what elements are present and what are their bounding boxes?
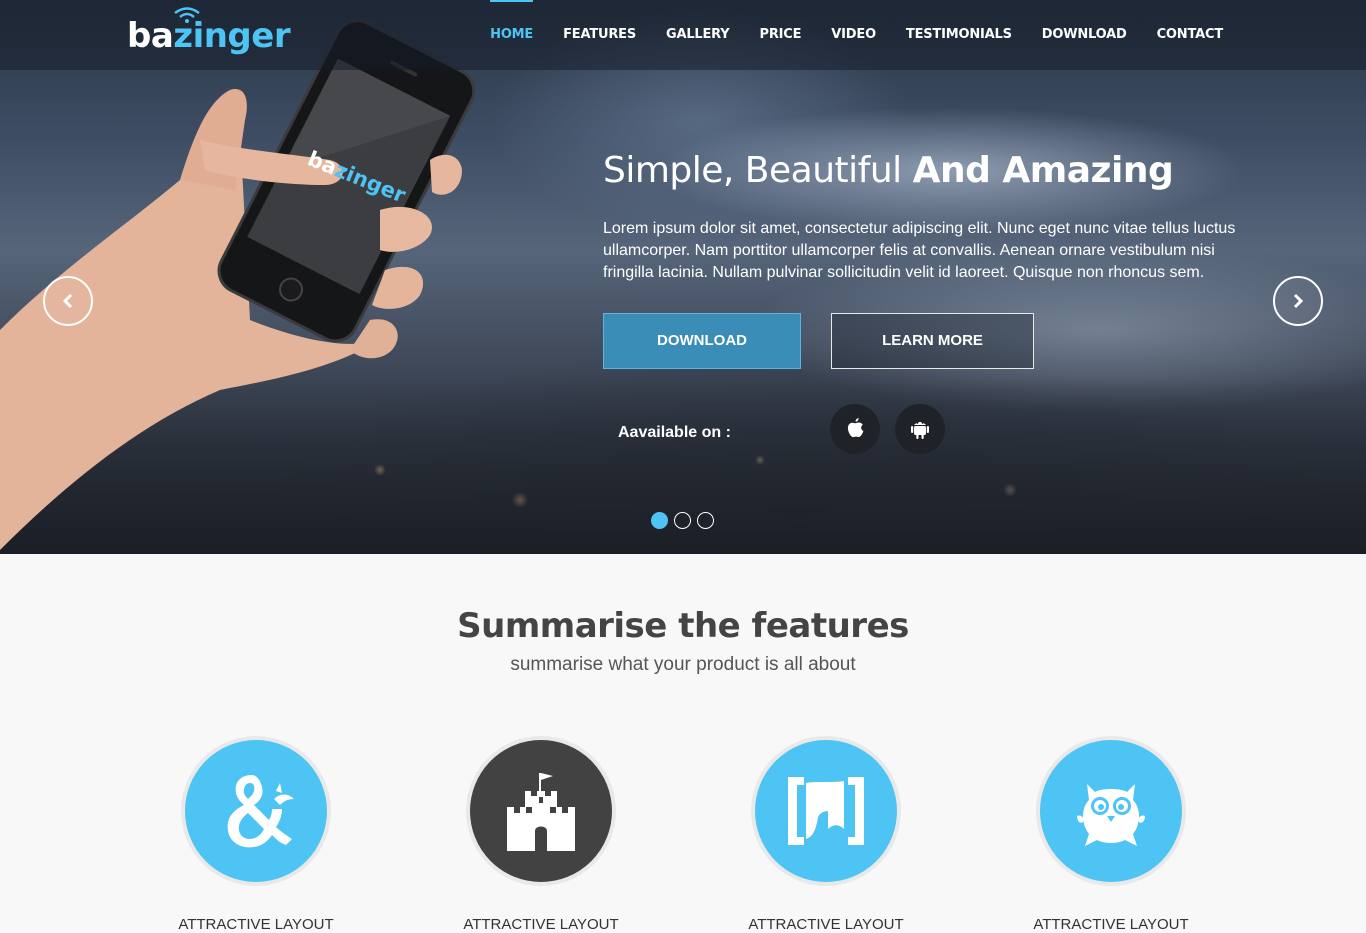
feature-label: ATTRACTIVE LAYOUT bbox=[1033, 916, 1189, 933]
feature-icon-circle bbox=[751, 736, 901, 886]
bracket-logo-icon bbox=[788, 777, 864, 845]
feature-label: ATTRACTIVE LAYOUT bbox=[748, 916, 904, 933]
slide-dot-1[interactable] bbox=[651, 512, 668, 529]
features-title: Summarise the features bbox=[457, 606, 909, 646]
owl-icon bbox=[1077, 784, 1145, 846]
apple-icon bbox=[847, 418, 864, 438]
learn-more-button[interactable]: LEARN MORE bbox=[831, 313, 1034, 369]
brand-logo[interactable]: bazinger bbox=[127, 7, 291, 64]
main-nav: HOME FEATURES GALLERY PRICE VIDEO TESTIM… bbox=[460, 0, 1223, 70]
feature-card-3: ATTRACTIVE LAYOUT bbox=[748, 736, 904, 933]
feature-icon-circle bbox=[466, 736, 616, 886]
apple-store-button[interactable] bbox=[830, 404, 880, 454]
feature-icon-circle bbox=[181, 736, 331, 886]
nav-video[interactable]: VIDEO bbox=[831, 0, 876, 70]
hero-title-light: Simple, Beautiful bbox=[603, 150, 913, 191]
nav-features[interactable]: FEATURES bbox=[563, 0, 636, 70]
android-icon bbox=[911, 422, 929, 439]
nav-testimonials[interactable]: TESTIMONIALS bbox=[906, 0, 1012, 70]
features-section: Summarise the features summarise what yo… bbox=[0, 554, 1366, 933]
slider-next-button[interactable] bbox=[1273, 276, 1323, 326]
nav-download[interactable]: DOWNLOAD bbox=[1042, 0, 1127, 70]
chevron-right-icon bbox=[1293, 293, 1304, 309]
feature-card-1: ATTRACTIVE LAYOUT bbox=[178, 736, 334, 933]
slide-dot-2[interactable] bbox=[674, 512, 691, 529]
slider-pagination bbox=[651, 512, 720, 529]
hero-title: Simple, Beautiful And Amazing bbox=[603, 150, 1174, 191]
chevron-left-icon bbox=[62, 293, 73, 309]
slide-dot-3[interactable] bbox=[697, 512, 714, 529]
feature-icon-circle bbox=[1036, 736, 1186, 886]
dragon-ampersand-icon bbox=[227, 775, 294, 848]
castle-icon bbox=[507, 773, 575, 851]
nav-price[interactable]: PRICE bbox=[760, 0, 802, 70]
logo-text: ba bbox=[127, 16, 174, 56]
wifi-icon bbox=[174, 7, 200, 23]
hero-title-bold: And Amazing bbox=[912, 150, 1174, 191]
top-navbar: bazinger HOME FEATURES GALLERY PRICE VID… bbox=[0, 0, 1366, 70]
download-button[interactable]: DOWNLOAD bbox=[603, 313, 801, 369]
hero-slider: bazinger bazinger HOME FEATURES GALLERY … bbox=[0, 0, 1366, 554]
feature-label: ATTRACTIVE LAYOUT bbox=[463, 916, 619, 933]
nav-gallery[interactable]: GALLERY bbox=[666, 0, 730, 70]
feature-label: ATTRACTIVE LAYOUT bbox=[178, 916, 334, 933]
nav-home[interactable]: HOME bbox=[490, 0, 533, 70]
feature-card-4: ATTRACTIVE LAYOUT bbox=[1033, 736, 1189, 933]
feature-card-2: ATTRACTIVE LAYOUT bbox=[463, 736, 619, 933]
available-on-label: Aavailable on : bbox=[618, 424, 731, 441]
nav-contact[interactable]: CONTACT bbox=[1157, 0, 1224, 70]
android-store-button[interactable] bbox=[895, 404, 945, 454]
slider-prev-button[interactable] bbox=[43, 276, 93, 326]
hero-description: Lorem ipsum dolor sit amet, consectetur … bbox=[603, 220, 1236, 281]
features-subtitle: summarise what your product is all about bbox=[510, 654, 856, 675]
